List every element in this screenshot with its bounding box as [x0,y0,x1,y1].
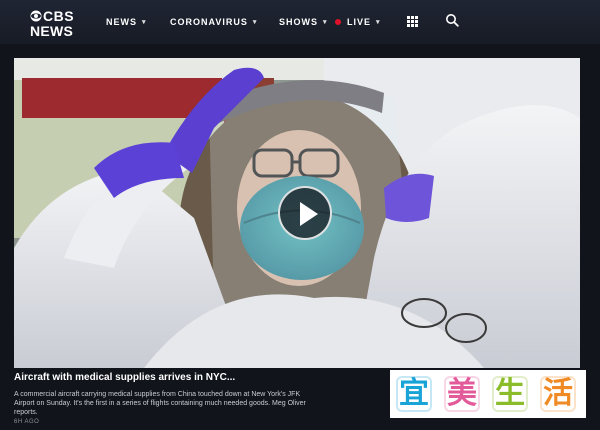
chevron-down-icon: ▾ [142,19,147,26]
play-button[interactable] [278,186,332,240]
nav-live-label: LIVE [347,17,372,27]
watermark-char: 宜 [394,374,434,414]
nav-shows-label: SHOWS [279,17,319,27]
site-header: CBS NEWS NEWS ▾ CORONAVIRUS ▾ SHOWS ▾ LI… [0,0,600,44]
watermark-char: 活 [538,374,578,414]
watermark-char: 美 [442,374,482,414]
watermark-char: 生 [490,374,530,414]
cbs-news-logo[interactable]: CBS NEWS [30,6,78,39]
chevron-down-icon: ▾ [252,19,258,26]
video-caption: Aircraft with medical supplies arrives i… [14,372,394,425]
nav-news[interactable]: NEWS ▾ [106,0,147,44]
nav-news-label: NEWS [106,17,137,27]
logo-cbs-text: CBS [43,8,75,24]
video-timestamp: 6H AGO [14,419,40,425]
nav-coronavirus[interactable]: CORONAVIRUS ▾ [170,0,257,44]
play-icon [300,202,318,226]
video-title[interactable]: Aircraft with medical supplies arrives i… [14,372,394,384]
nav-live[interactable]: LIVE ▾ [335,0,381,44]
logo-news-text: NEWS [30,23,74,39]
nav-shows[interactable]: SHOWS ▾ [279,0,328,44]
video-description: A commercial aircraft carrying medical s… [14,391,306,416]
watermark-logo: 宜 美 生 活 [390,370,586,418]
video-player[interactable] [14,58,580,368]
search-icon[interactable] [445,13,459,27]
cbs-eye-icon [30,10,42,22]
nav-coronavirus-label: CORONAVIRUS [170,17,248,27]
apps-grid-icon[interactable] [407,16,418,27]
chevron-down-icon: ▾ [323,19,328,26]
chevron-down-icon: ▾ [376,19,381,26]
live-dot-icon [335,19,341,25]
